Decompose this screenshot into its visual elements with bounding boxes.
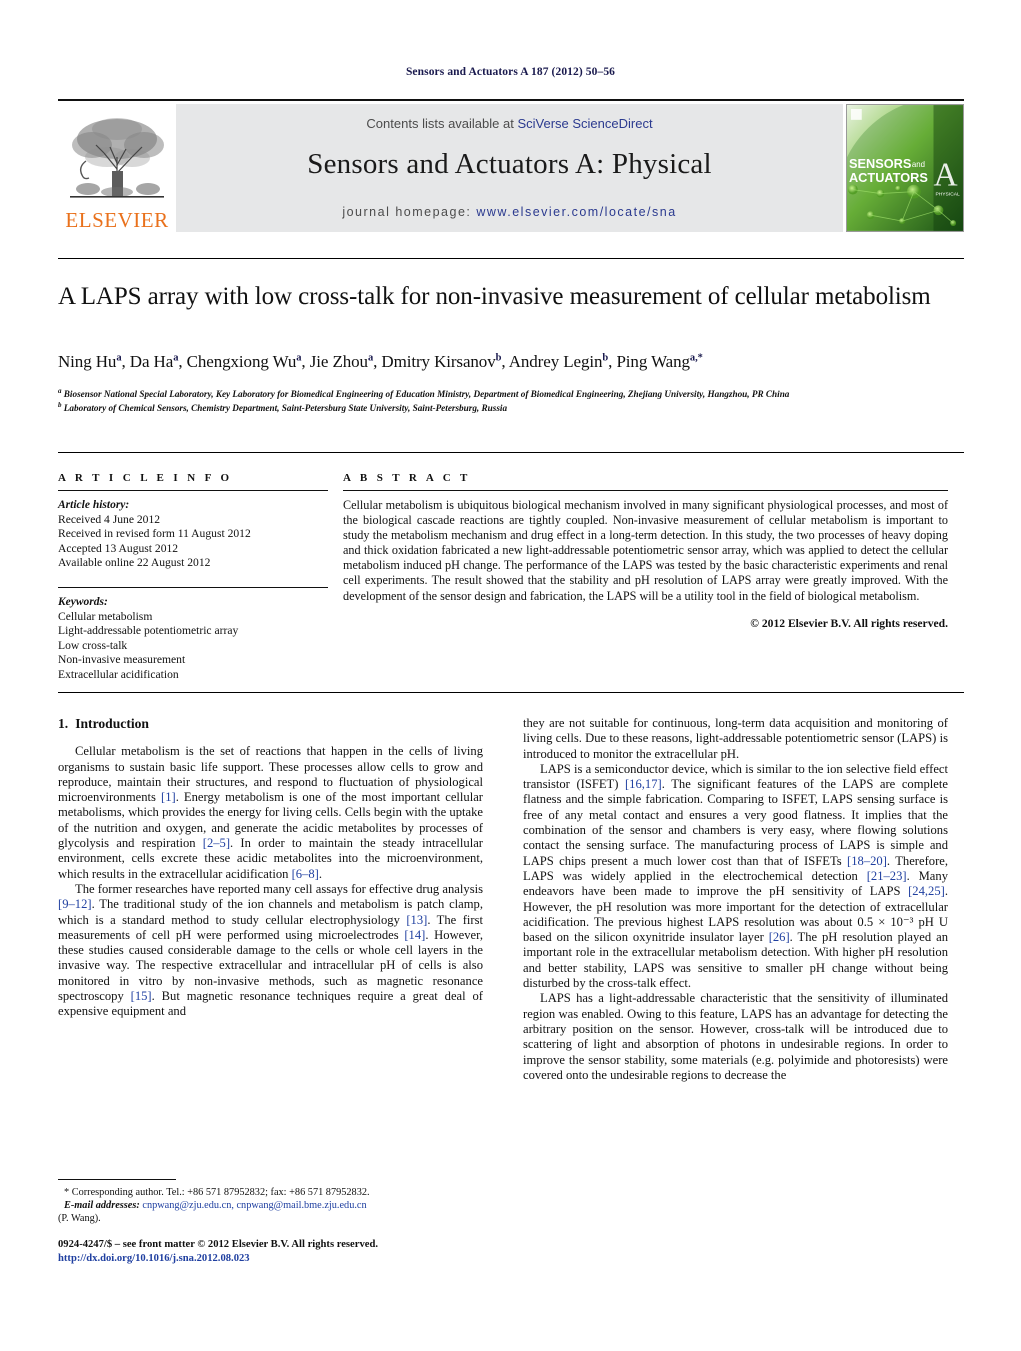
journal-homepage-line: journal homepage: www.elsevier.com/locat… <box>176 205 843 219</box>
journal-cover-image: SENSORS and ACTUATORS A PHYSICAL <box>846 104 964 232</box>
journal-article-page: Sensors and Actuators A 187 (2012) 50–56 <box>0 0 1021 1351</box>
info-top-rule <box>58 452 964 453</box>
journal-title: Sensors and Actuators A: Physical <box>307 148 712 180</box>
body-column-right: they are not suitable for continuous, lo… <box>523 716 948 1083</box>
affiliation-b: b Laboratory of Chemical Sensors, Chemis… <box>58 400 508 413</box>
abstract-rule <box>343 490 948 491</box>
paragraph: The former researches have reported many… <box>58 881 483 1019</box>
journal-cover-thumbnail: SENSORS and ACTUATORS A PHYSICAL <box>843 104 964 232</box>
contents-lists-line: Contents lists available at SciVerse Sci… <box>176 116 843 131</box>
abstract-box: A B S T R A C T Cellular metabolism is u… <box>343 472 948 630</box>
footnote-corresponding: * Corresponding author. Tel.: +86 571 87… <box>64 1187 370 1198</box>
paragraph: LAPS is a semiconductor device, which is… <box>523 761 949 991</box>
title-top-rule <box>58 258 964 259</box>
section-heading-introduction: 1. Introduction <box>58 716 483 731</box>
article-history: Article history: Received 4 June 2012 Re… <box>58 498 328 571</box>
affiliation-a: a Biosensor National Special Laboratory,… <box>58 386 790 399</box>
keywords-rule <box>58 586 328 588</box>
footnote-email-addresses[interactable]: cnpwang@zju.edu.cn, cnpwang@mail.bme.zju… <box>142 1200 366 1211</box>
history-item: Available online 22 August 2012 <box>58 556 211 570</box>
keywords-block: Keywords: Cellular metabolism Light-addr… <box>58 595 328 683</box>
keyword-item: Cellular metabolism <box>58 609 153 623</box>
article-info-rule <box>58 490 328 491</box>
section-title: Introduction <box>75 716 149 731</box>
homepage-url-link[interactable]: www.elsevier.com/locate/sna <box>476 205 676 219</box>
keywords-label: Keywords: <box>58 595 108 608</box>
cover-sub: PHYSICAL <box>935 192 960 198</box>
elsevier-wordmark: ELSEVIER <box>65 208 169 232</box>
journal-masthead: ELSEVIER Contents lists available at Sci… <box>58 99 964 232</box>
author-list: Ning Hua, Da Haa, Chengxiong Wua, Jie Zh… <box>58 352 703 371</box>
affiliation-list: a Biosensor National Special Laboratory,… <box>58 386 958 415</box>
cover-line1-suffix: and <box>912 160 925 169</box>
homepage-label: journal homepage: <box>342 205 472 219</box>
history-item: Received in revised form 11 August 2012 <box>58 527 251 541</box>
history-item: Accepted 13 August 2012 <box>58 541 179 555</box>
issn-copyright-line: 0924-4247/$ – see front matter © 2012 El… <box>58 1239 378 1250</box>
abstract-text: Cellular metabolism is ubiquitous biolog… <box>343 498 948 603</box>
article-info-box: A R T I C L E I N F O Article history: R… <box>58 472 328 683</box>
doi-link[interactable]: http://dx.doi.org/10.1016/j.sna.2012.08.… <box>58 1252 558 1266</box>
footnote-rule <box>58 1179 176 1180</box>
article-history-label: Article history: <box>58 499 130 511</box>
corresponding-author-footnote: * Corresponding author. Tel.: +86 571 87… <box>58 1179 483 1226</box>
article-info-heading: A R T I C L E I N F O <box>58 472 233 484</box>
running-head: Sensors and Actuators A 187 (2012) 50–56 <box>405 66 616 78</box>
keyword-item: Low cross-talk <box>58 638 128 652</box>
journal-banner: Contents lists available at SciVerse Sci… <box>176 104 843 232</box>
footnote-email-author: (P. Wang). <box>58 1213 101 1225</box>
elsevier-tree-icon <box>70 118 164 198</box>
keyword-item: Light-addressable potentiometric array <box>58 624 239 638</box>
cover-line1: SENSORS <box>849 156 912 171</box>
cover-letter: A <box>934 157 958 194</box>
section-number: 1. <box>58 716 69 731</box>
page-title: A LAPS array with low cross-talk for non… <box>58 283 931 310</box>
keyword-item: Non-invasive measurement <box>58 653 186 667</box>
cover-line2: ACTUATORS <box>849 170 928 185</box>
sciencedirect-link[interactable]: SciVerse ScienceDirect <box>517 116 652 131</box>
elsevier-logo: ELSEVIER <box>58 104 176 232</box>
footnote-email-label: E-mail addresses: <box>64 1200 140 1212</box>
contents-prefix: Contents lists available at <box>366 116 518 131</box>
abstract-copyright: © 2012 Elsevier B.V. All rights reserved… <box>750 616 948 630</box>
body-top-rule <box>58 692 964 693</box>
keyword-item: Extracellular acidification <box>58 667 179 681</box>
body-column-left: 1. Introduction Cellular metabolism is th… <box>58 716 483 1020</box>
footnote-email-line: E-mail addresses: cnpwang@zju.edu.cn, cn… <box>58 1199 483 1212</box>
paragraph: LAPS has a light-addressable characteris… <box>523 991 948 1082</box>
paragraph: Cellular metabolism is the set of reacti… <box>58 744 484 881</box>
page-footer: 0924-4247/$ – see front matter © 2012 El… <box>58 1238 558 1266</box>
history-item: Received 4 June 2012 <box>58 512 161 526</box>
paragraph: they are not suitable for continuous, lo… <box>523 716 948 761</box>
abstract-heading: A B S T R A C T <box>343 472 471 484</box>
